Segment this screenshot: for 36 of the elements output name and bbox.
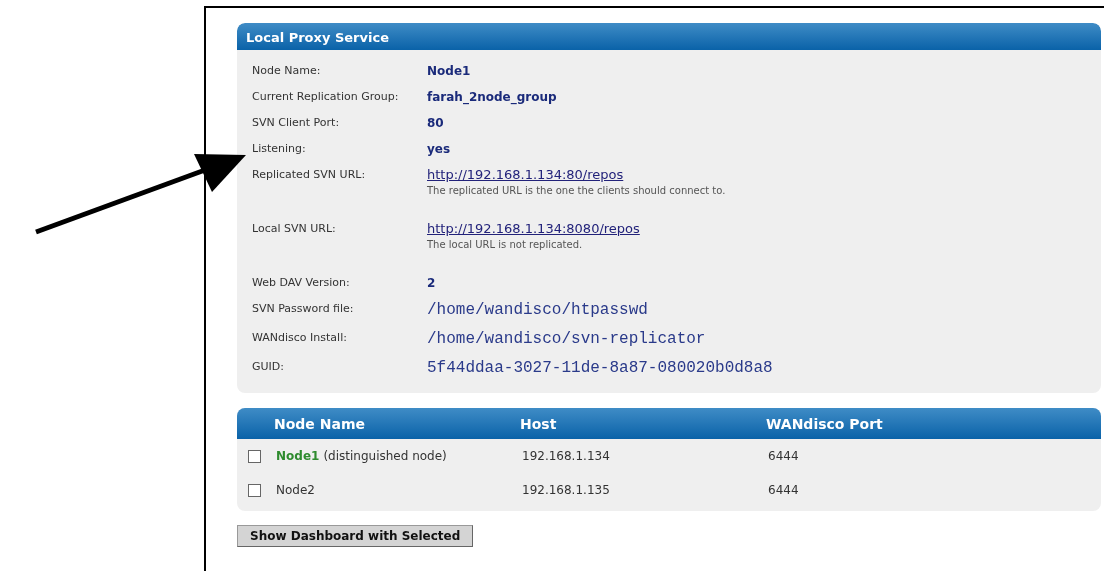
column-header: Node Name (274, 415, 366, 432)
field-note: The replicated URL is the one the clients should connect to. (427, 184, 726, 198)
field-label: SVN Client Port: (252, 115, 341, 131)
field-label: Replicated SVN URL: (252, 167, 367, 183)
field-label: Current Replication Group: (252, 89, 400, 105)
table-cell-text: 192.168.1.135 (522, 483, 611, 497)
field-label: Node Name: (252, 63, 322, 79)
field-value: 80 (427, 115, 444, 132)
url-link[interactable]: http://192.168.1.134:80/repos (427, 166, 624, 184)
field-label: WANdisco Install: (252, 330, 348, 346)
url-link[interactable]: http://192.168.1.134:8080/repos (427, 220, 640, 238)
field-label: Listening: (252, 141, 307, 157)
row-checkbox[interactable] (248, 449, 261, 463)
field-label: GUID: (252, 359, 285, 375)
column-header: WANdisco Port (766, 415, 883, 432)
field-label: Local SVN URL: (252, 221, 337, 237)
field-value: 5f44ddaa-3027-11de-8a87-080020b0d8a8 (427, 358, 773, 378)
field-value: farah_2node_group (427, 89, 557, 106)
field-value: Node1 (427, 63, 471, 80)
field-label: Web DAV Version: (252, 275, 351, 291)
field-value: /home/wandisco/htpasswd (427, 300, 648, 320)
field-value: 2 (427, 275, 436, 292)
table-cell: 6444 (768, 449, 799, 463)
field-note: The local URL is not replicated. (427, 238, 583, 252)
field-value: /home/wandisco/svn-replicator (427, 329, 706, 349)
row-checkbox[interactable] (248, 483, 261, 497)
table-cell-text: 192.168.1.134 (522, 449, 611, 463)
table-cell: 6444 (768, 483, 799, 497)
panel-title: Local Proxy Service (237, 23, 1101, 50)
node-name: Node1 (276, 449, 320, 463)
column-header: Host (520, 415, 558, 432)
node-name: Node2 (276, 483, 315, 497)
show-dashboard-button[interactable]: Show Dashboard with Selected (237, 525, 474, 547)
field-label: SVN Password file: (252, 301, 355, 317)
field-value: yes (427, 141, 451, 158)
node-note: (distinguished node) (323, 449, 447, 463)
